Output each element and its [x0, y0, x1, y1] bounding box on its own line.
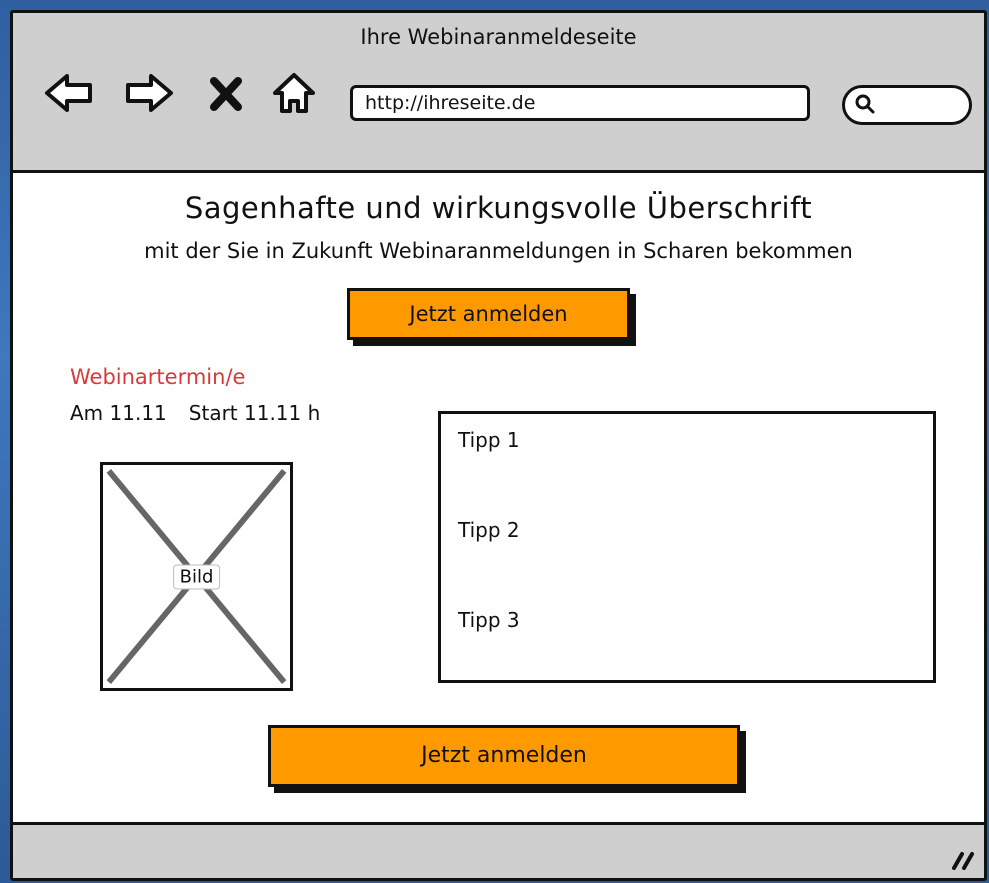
webinar-start-time: Start 11.11 h: [188, 401, 321, 425]
page-subheadline: mit der Sie in Zukunft Webinaranmeldunge…: [144, 239, 853, 263]
page-content: Sagenhafte und wirkungsvolle Überschrift…: [13, 173, 984, 828]
register-button-top[interactable]: Jetzt anmelden: [347, 288, 630, 340]
url-field[interactable]: http://ihreseite.de: [350, 85, 810, 121]
browser-search-field[interactable]: [842, 85, 972, 125]
list-item: Tipp 1: [458, 428, 520, 452]
list-item: Tipp 3: [458, 608, 520, 632]
resize-grip-icon[interactable]: [948, 848, 978, 872]
webinar-schedule: Am 11.11 Start 11.11 h: [70, 401, 342, 425]
home-icon[interactable]: [271, 71, 317, 115]
list-item: Tipp 2: [458, 518, 520, 542]
image-label: Bild: [172, 564, 221, 589]
page-headline: Sagenhafte und wirkungsvolle Überschrift: [184, 191, 813, 225]
window-title: Ihre Webinaranmeldeseite: [360, 25, 637, 49]
webinar-dates-heading: Webinartermin/e: [70, 365, 246, 389]
register-button-bottom[interactable]: Jetzt anmelden: [268, 725, 740, 787]
tips-list: Tipp 1 Tipp 2 Tipp 3: [438, 411, 936, 683]
webinar-date: Am 11.11: [70, 401, 167, 425]
browser-toolbar: Ihre Webinaranmeldeseite http://ihreseit…: [13, 13, 984, 173]
search-icon: [855, 94, 875, 114]
close-icon[interactable]: [206, 71, 246, 115]
browser-window: Ihre Webinaranmeldeseite http://ihreseit…: [10, 10, 987, 881]
back-arrow-icon[interactable]: [43, 71, 95, 115]
forward-arrow-icon[interactable]: [123, 71, 175, 115]
status-bar: [13, 822, 984, 878]
image-placeholder: Bild: [100, 462, 293, 691]
